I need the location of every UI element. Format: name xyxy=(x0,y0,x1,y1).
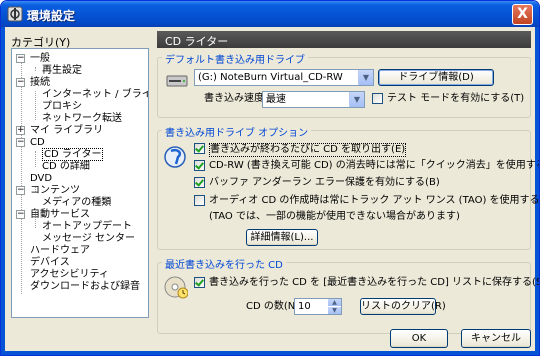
chevron-down-icon[interactable]: ▼ xyxy=(349,92,364,107)
tao-note: (TAO では、一部の機能が使用できない場合があります) xyxy=(209,211,460,222)
tree-item-cd-details[interactable]: CD の詳細 xyxy=(42,161,90,173)
tree-item-downloads-recording[interactable]: ダウンロードおよび録音 xyxy=(30,281,140,293)
preferences-app-icon xyxy=(7,6,23,22)
ok-button[interactable]: OK xyxy=(390,329,448,348)
chevron-down-icon[interactable]: ▼ xyxy=(358,70,373,85)
collapse-icon[interactable]: − xyxy=(16,54,25,63)
eject-after-burn-checkbox[interactable] xyxy=(194,143,205,154)
tree-item-playback[interactable]: 再生設定 xyxy=(42,65,82,77)
tree-item-accessibility[interactable]: アクセシビリティ xyxy=(30,269,109,281)
window-frame-right xyxy=(535,27,539,355)
burn-app-icon xyxy=(164,146,186,168)
drive-options-group-title: 書き込み用ドライブ オプション xyxy=(162,124,312,139)
cd-count-stepper[interactable]: 10 ▲ ▼ xyxy=(294,298,342,315)
window-frame-bottom xyxy=(1,351,539,355)
preferences-window: 環境設定 X カテゴリ(Y) − 一般 再生設定 − 接続 インターネット / ブラ… xyxy=(0,0,540,356)
tree-item-devices[interactable]: デバイス xyxy=(30,257,70,269)
tree-connector-connection xyxy=(35,91,36,120)
drive-info-button[interactable]: ドライブ情報(D) xyxy=(378,69,494,86)
save-recent-label: 書き込みを行った CD を [最近書き込みを行った CD] リストに保存する(S… xyxy=(209,277,540,288)
drive-options-group: 書き込み用ドライブ オプション 書き込みが終わるたびに CD を取り出す(E) … xyxy=(157,124,539,250)
default-drive-group-title: デフォルト書き込み用ドライブ xyxy=(162,51,308,66)
tree-item-dvd[interactable]: DVD xyxy=(30,173,52,185)
tree-item-proxy[interactable]: プロキシ xyxy=(42,101,82,113)
buffer-underrun-label: バッファ アンダーラン エラー保護を有効にする(B) xyxy=(209,177,440,188)
title-bar[interactable]: 環境設定 X xyxy=(1,1,539,27)
collapse-icon[interactable]: − xyxy=(16,78,25,87)
spin-down-icon[interactable]: ▼ xyxy=(328,307,341,314)
tree-item-media-types[interactable]: メディアの種類 xyxy=(42,197,111,209)
tree-connector-general xyxy=(35,67,36,71)
expand-icon[interactable]: + xyxy=(16,126,25,135)
track-at-once-label: オーディオ CD の作成時は常にトラック アット ワンス (TAO) を使用する… xyxy=(209,195,540,206)
page-title: CD ライター xyxy=(157,31,531,48)
window-title: 環境設定 xyxy=(27,9,76,23)
quick-erase-checkbox[interactable] xyxy=(194,160,205,171)
recent-cd-group: 最近書き込みを行った CD 書き込みを行った CD を [最近書き込みを行った … xyxy=(157,256,539,334)
collapse-icon[interactable]: − xyxy=(16,186,25,195)
window-frame-left xyxy=(1,27,5,355)
tree-item-internet-privacy[interactable]: インターネット / ブライバシー xyxy=(42,89,148,101)
clear-list-button[interactable]: リストのクリア(R) xyxy=(360,298,446,315)
eject-after-burn-label: 書き込みが終わるたびに CD を取り出す(E) xyxy=(209,143,407,157)
buffer-underrun-checkbox[interactable] xyxy=(194,177,205,188)
cancel-button[interactable]: キャンセル xyxy=(461,329,531,348)
spin-up-icon[interactable]: ▲ xyxy=(328,299,341,306)
close-button[interactable]: X xyxy=(512,4,533,25)
cd-drive-icon xyxy=(166,75,188,87)
collapse-icon[interactable]: − xyxy=(16,138,25,147)
default-drive-group: デフォルト書き込み用ドライブ (G:) NoteBurn Virtual_CD-… xyxy=(157,51,531,118)
write-speed-label: 書き込み速度 xyxy=(204,93,264,104)
quick-erase-label: CD-RW (書き換え可能 CD) の消去時には常に「クイック消去」を使用する(… xyxy=(209,160,540,171)
cd-disc-icon xyxy=(164,276,188,299)
tree-item-message-center[interactable]: メッセージ センター xyxy=(42,233,135,245)
write-speed-select[interactable]: 最速 ▼ xyxy=(262,91,365,108)
recent-cd-group-title: 最近書き込みを行った CD xyxy=(162,256,286,271)
tree-item-network-transfer[interactable]: ネットワーク転送 xyxy=(42,113,122,125)
tree-item-auto-update[interactable]: オートアップデート xyxy=(42,221,132,233)
test-mode-checkbox[interactable] xyxy=(372,93,383,104)
track-at-once-checkbox[interactable] xyxy=(194,195,205,206)
tree-item-hardware[interactable]: ハードウェア xyxy=(30,245,90,257)
save-recent-checkbox[interactable] xyxy=(194,277,205,288)
details-button[interactable]: 詳細情報(L)... xyxy=(246,229,318,246)
tree-connector-main xyxy=(21,60,22,294)
collapse-icon[interactable]: − xyxy=(16,210,25,219)
settings-panel: デフォルト書き込み用ドライブ (G:) NoteBurn Virtual_CD-… xyxy=(157,48,539,338)
tree-connector-cd xyxy=(35,151,36,167)
test-mode-label: テスト モードを有効にする(T) xyxy=(387,93,525,104)
settings-pane: CD ライター デフォルト書き込み用ドライブ (G:) NoteBurn Vir… xyxy=(157,31,539,338)
drive-select[interactable]: (G:) NoteBurn Virtual_CD-RW ▼ xyxy=(194,69,374,86)
category-tree[interactable]: −一般 再生設定 −接続 インターネット / ブライバシー プロキシ ネットワー… xyxy=(11,48,149,318)
tree-item-cd-writer[interactable]: CD ライター xyxy=(42,148,104,161)
